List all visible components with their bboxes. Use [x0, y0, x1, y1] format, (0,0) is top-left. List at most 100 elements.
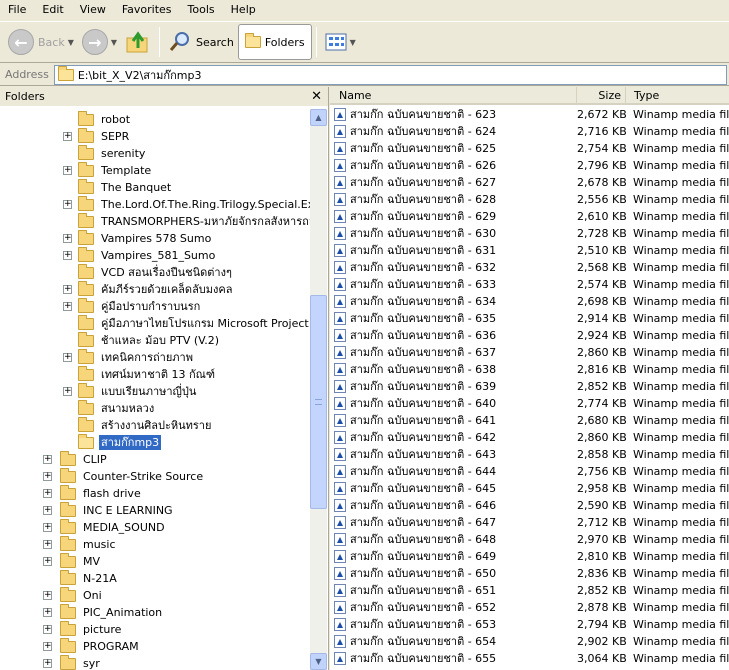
file-row[interactable]: สามก๊ก ฉบับคนขายชาติ - 643 2,858 KB Winamp… [330, 446, 729, 463]
file-row[interactable]: สามก๊ก ฉบับคนขายชาติ - 625 2,754 KB Winamp… [330, 140, 729, 157]
expand-icon[interactable]: + [63, 200, 72, 209]
tree-item[interactable]: + คู่มือปราบกำราบนรก [63, 297, 202, 315]
forward-button[interactable]: → ▼ [78, 24, 121, 60]
file-row[interactable]: สามก๊ก ฉบับคนขายชาติ - 645 2,958 KB Winamp… [330, 480, 729, 497]
file-row[interactable]: สามก๊ก ฉบับคนขายชาติ - 630 2,728 KB Winamp… [330, 225, 729, 242]
tree-item[interactable]: + เทคนิคการถ่ายภาพ [63, 348, 195, 366]
file-row[interactable]: สามก๊ก ฉบับคนขายชาติ - 649 2,810 KB Winamp… [330, 548, 729, 565]
file-row[interactable]: สามก๊ก ฉบับคนขายชาติ - 642 2,860 KB Winamp… [330, 429, 729, 446]
tree-item[interactable]: + คัมภีร์รวยด้วยเคล็ดลับมงคล [63, 280, 235, 298]
file-row[interactable]: สามก๊ก ฉบับคนขายชาติ - 655 3,064 KB Winamp… [330, 650, 729, 667]
file-row[interactable]: สามก๊ก ฉบับคนขายชาติ - 627 2,678 KB Winamp… [330, 174, 729, 191]
file-row[interactable]: สามก๊ก ฉบับคนขายชาติ - 648 2,970 KB Winamp… [330, 531, 729, 548]
expand-icon[interactable]: + [43, 659, 52, 668]
expand-icon[interactable]: + [43, 625, 52, 634]
file-row[interactable]: สามก๊ก ฉบับคนขายชาติ - 644 2,756 KB Winamp… [330, 463, 729, 480]
tree-item[interactable]: + MEDIA_SOUND [43, 518, 167, 536]
expand-icon[interactable]: + [63, 353, 72, 362]
tree-item[interactable]: + PROGRAM [43, 637, 141, 655]
up-button[interactable] [121, 24, 155, 60]
tree-item[interactable]: robot [78, 110, 132, 128]
menu-favorites[interactable]: Favorites [114, 0, 180, 20]
file-row[interactable]: สามก๊ก ฉบับคนขายชาติ - 628 2,556 KB Winamp… [330, 191, 729, 208]
chevron-down-icon[interactable]: ▼ [350, 38, 356, 47]
file-row[interactable]: สามก๊ก ฉบับคนขายชาติ - 626 2,796 KB Winamp… [330, 157, 729, 174]
scroll-down-arrow-icon[interactable]: ▼ [310, 653, 327, 670]
expand-icon[interactable]: + [63, 387, 72, 396]
expand-icon[interactable]: + [63, 285, 72, 294]
menu-view[interactable]: View [72, 0, 114, 20]
tree-item[interactable]: + PIC_Animation [43, 603, 164, 621]
expand-icon[interactable]: + [63, 234, 72, 243]
folders-button[interactable]: Folders [237, 24, 312, 60]
file-row[interactable]: สามก๊ก ฉบับคนขายชาติ - 631 2,510 KB Winamp… [330, 242, 729, 259]
expand-icon[interactable]: + [43, 557, 52, 566]
file-row[interactable]: สามก๊ก ฉบับคนขายชาติ - 639 2,852 KB Winamp… [330, 378, 729, 395]
expand-icon[interactable]: + [43, 506, 52, 515]
file-row[interactable]: สามก๊ก ฉบับคนขายชาติ - 650 2,836 KB Winamp… [330, 565, 729, 582]
tree-item[interactable]: N-21A [60, 569, 119, 587]
back-button[interactable]: ← Back ▼ [4, 24, 78, 60]
tree-item[interactable]: + CLIP [43, 450, 109, 468]
tree-item[interactable]: + Oni [43, 586, 104, 604]
file-row[interactable]: สามก๊ก ฉบับคนขายชาติ - 624 2,716 KB Winamp… [330, 123, 729, 140]
tree-item[interactable]: + Template [63, 161, 153, 179]
file-row[interactable]: สามก๊ก ฉบับคนขายชาติ - 647 2,712 KB Winamp… [330, 514, 729, 531]
expand-icon[interactable]: + [63, 132, 72, 141]
tree-item[interactable]: + SEPR [63, 127, 131, 145]
expand-icon[interactable]: + [63, 166, 72, 175]
column-type[interactable]: Type [626, 87, 729, 104]
scroll-thumb[interactable] [310, 295, 327, 509]
expand-icon[interactable]: + [63, 251, 72, 260]
menu-tools[interactable]: Tools [180, 0, 223, 20]
file-row[interactable]: สามก๊ก ฉบับคนขายชาติ - 638 2,816 KB Winamp… [330, 361, 729, 378]
file-row[interactable]: สามก๊ก ฉบับคนขายชาติ - 654 2,902 KB Winamp… [330, 633, 729, 650]
expand-icon[interactable]: + [43, 455, 52, 464]
tree-item[interactable]: + Vampires_581_Sumo [63, 246, 217, 264]
tree-item[interactable]: + MV [43, 552, 102, 570]
tree-item[interactable]: + music [43, 535, 118, 553]
tree-item[interactable]: The Banquet [78, 178, 173, 196]
file-row[interactable]: สามก๊ก ฉบับคนขายชาติ - 637 2,860 KB Winamp… [330, 344, 729, 361]
expand-icon[interactable]: + [43, 523, 52, 532]
search-button[interactable]: Search [164, 24, 238, 60]
tree-item[interactable]: + syr [43, 654, 102, 670]
column-name[interactable]: Name [330, 87, 577, 104]
tree-item[interactable]: + flash drive [43, 484, 143, 502]
file-row[interactable]: สามก๊ก ฉบับคนขายชาติ - 633 2,574 KB Winamp… [330, 276, 729, 293]
tree-item[interactable]: เทศน์มหาชาติ 13 กัณฑ์ [78, 365, 217, 383]
file-row[interactable]: สามก๊ก ฉบับคนขายชาติ - 635 2,914 KB Winamp… [330, 310, 729, 327]
views-button[interactable]: ▼ [321, 24, 360, 60]
expand-icon[interactable]: + [43, 591, 52, 600]
file-row[interactable]: สามก๊ก ฉบับคนขายชาติ - 640 2,774 KB Winamp… [330, 395, 729, 412]
tree-item[interactable]: + picture [43, 620, 123, 638]
menu-edit[interactable]: Edit [34, 0, 71, 20]
close-icon[interactable]: ✕ [311, 89, 322, 104]
tree-item[interactable]: ช้าแหละ ม้อบ PTV (V.2) [78, 331, 221, 349]
expand-icon[interactable]: + [43, 608, 52, 617]
file-row[interactable]: สามก๊ก ฉบับคนขายชาติ - 634 2,698 KB Winamp… [330, 293, 729, 310]
tree-item[interactable]: สามก๊กmp3 [78, 433, 162, 451]
tree-item[interactable]: + Vampires 578 Sumo [63, 229, 213, 247]
tree-scrollbar[interactable]: ▲ ▼ [310, 109, 327, 670]
file-row[interactable]: สามก๊ก ฉบับคนขายชาติ - 632 2,568 KB Winamp… [330, 259, 729, 276]
file-row[interactable]: สามก๊ก ฉบับคนขายชาติ - 629 2,610 KB Winamp… [330, 208, 729, 225]
menu-file[interactable]: File [0, 0, 34, 20]
expand-icon[interactable]: + [63, 302, 72, 311]
tree-item[interactable]: สนามหลวง [78, 399, 156, 417]
tree-item[interactable]: สร้างงานศิลปะหินทราย [78, 416, 213, 434]
tree-item[interactable]: + INC E LEARNING [43, 501, 175, 519]
scroll-up-arrow-icon[interactable]: ▲ [310, 109, 327, 126]
tree-item[interactable]: + แบบเรียนภาษาญี่ปุ่น [63, 382, 198, 400]
file-row[interactable]: สามก๊ก ฉบับคนขายชาติ - 636 2,924 KB Winamp… [330, 327, 729, 344]
file-row[interactable]: สามก๊ก ฉบับคนขายชาติ - 651 2,852 KB Winamp… [330, 582, 729, 599]
file-row[interactable]: สามก๊ก ฉบับคนขายชาติ - 652 2,878 KB Winamp… [330, 599, 729, 616]
expand-icon[interactable]: + [43, 472, 52, 481]
expand-icon[interactable]: + [43, 540, 52, 549]
tree-item[interactable]: TRANSMORPHERS-มหาภัยจักรกลสังหารถล่มโ [78, 212, 310, 230]
chevron-down-icon[interactable]: ▼ [68, 38, 74, 47]
tree-item[interactable]: serenity [78, 144, 147, 162]
file-row[interactable]: สามก๊ก ฉบับคนขายชาติ - 623 2,672 KB Winamp… [330, 106, 729, 123]
tree-item[interactable]: VCD สอนเรื่องปืนชนิดต่างๆ [78, 263, 234, 281]
tree-item[interactable]: + Counter-Strike Source [43, 467, 205, 485]
